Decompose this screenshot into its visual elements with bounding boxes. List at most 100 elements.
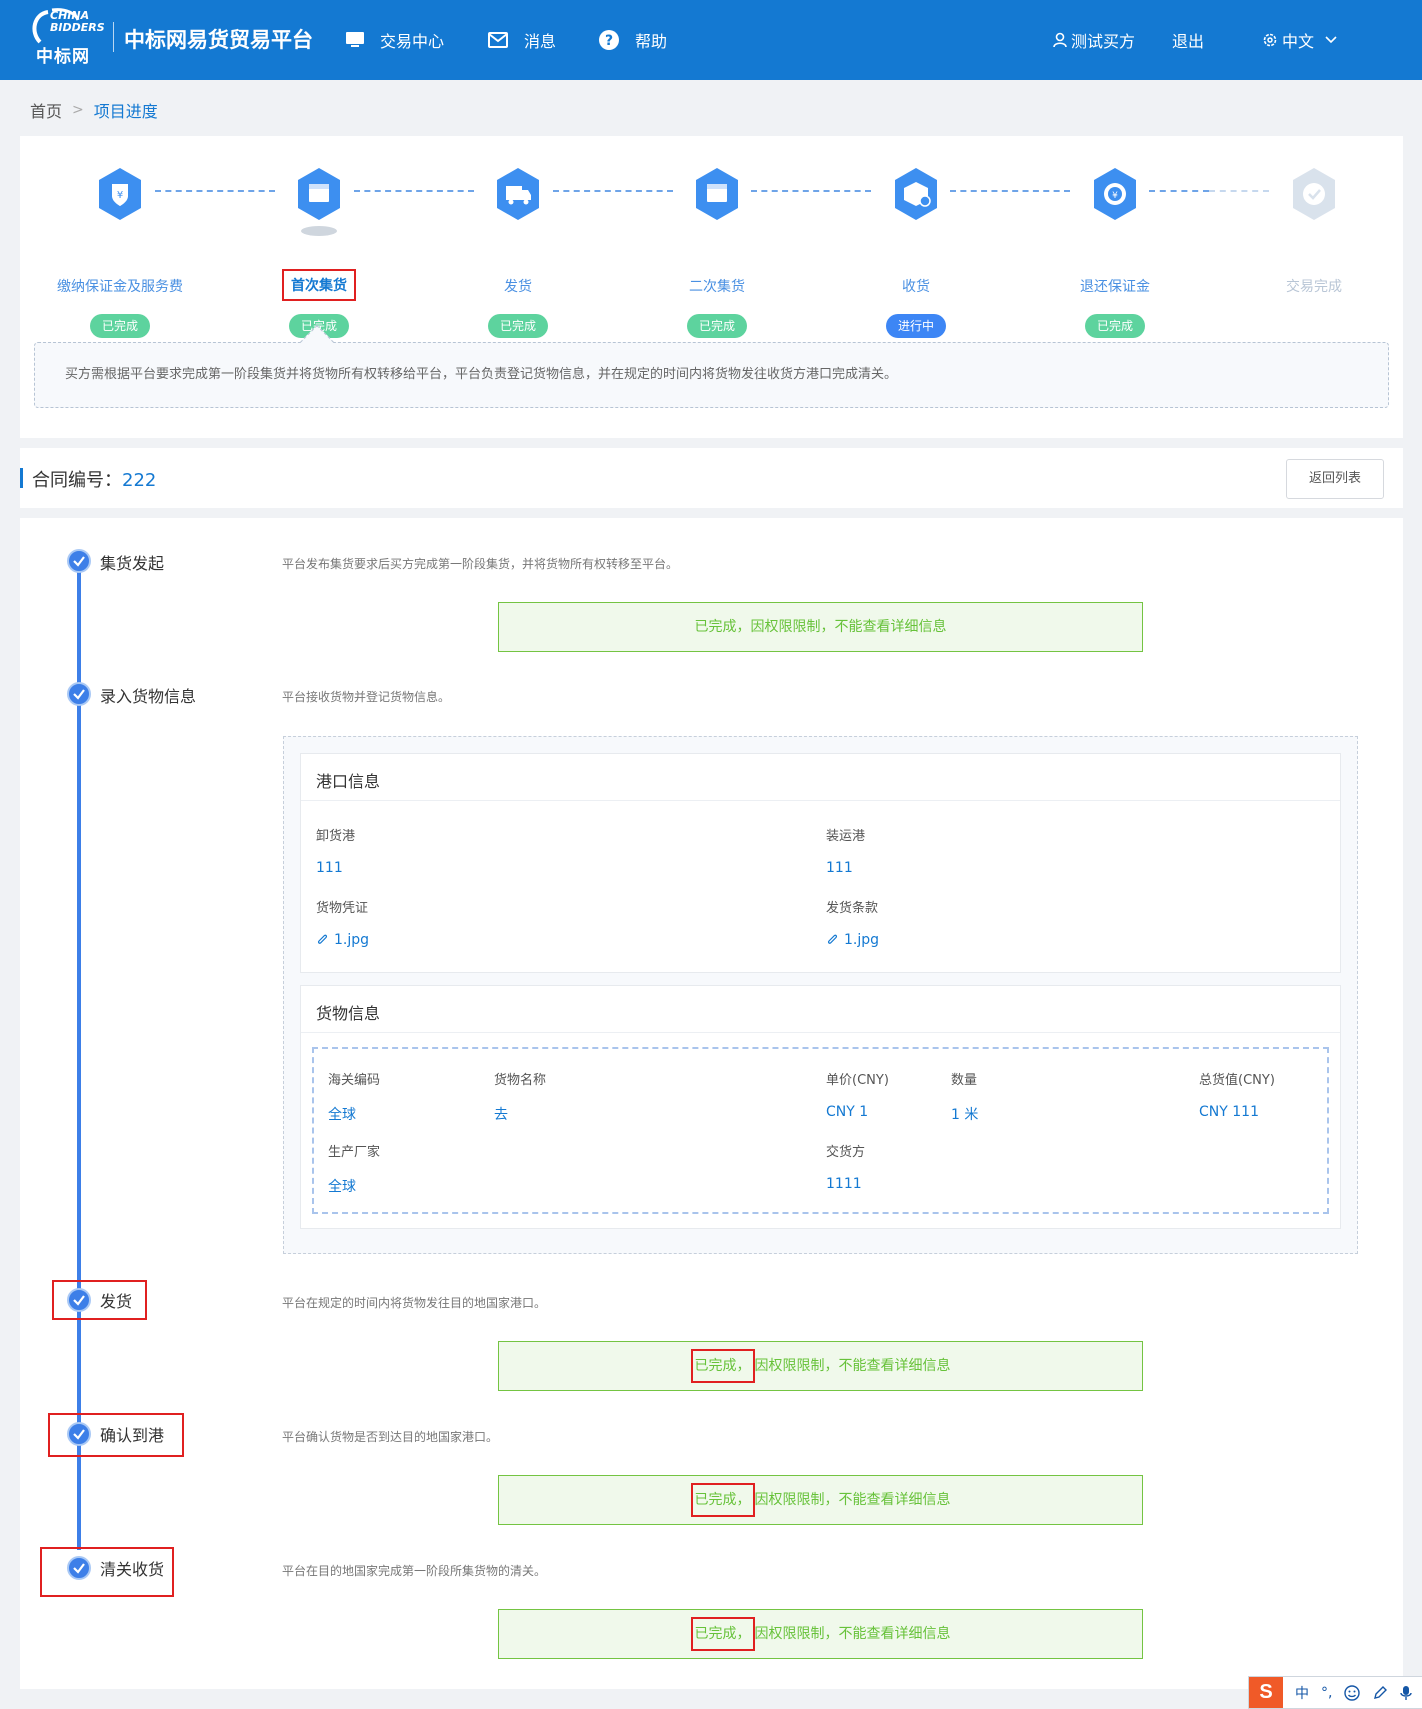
logout-link[interactable]: 退出 — [1172, 28, 1204, 52]
panel-divider — [301, 800, 1340, 801]
check-shield-icon — [1293, 168, 1335, 220]
total-value: CNY 111 — [1199, 1104, 1259, 1120]
terms-file-link[interactable]: 1.jpg — [826, 932, 879, 948]
logo-chinese-text: 中标网 — [36, 47, 90, 67]
timeline-check-icon — [67, 682, 91, 706]
status-badge: 已完成 — [1085, 314, 1145, 338]
total-value-label: 总货值(CNY) — [1199, 1073, 1275, 1088]
step-label: 首次集货 — [282, 269, 356, 301]
step-connector — [553, 190, 673, 192]
svg-text:?: ? — [605, 33, 613, 49]
quantity-label: 数量 — [951, 1073, 978, 1088]
top-header: CHINA BIDDERS 中标网 中标网易货贸易平台 交易中心 消息 ? 帮助… — [0, 0, 1422, 80]
user-menu[interactable]: 测试买方 — [1053, 28, 1135, 52]
box-icon — [696, 168, 738, 220]
restricted-notice: 已完成，因权限限制，不能查看详细信息 — [498, 1341, 1143, 1391]
timeline-description: 平台接收货物并登记货物信息。 — [282, 690, 451, 704]
user-name: 测试买方 — [1071, 32, 1136, 51]
step-label: 退还保证金 — [1080, 279, 1150, 295]
breadcrumb-current: 项目进度 — [93, 102, 158, 121]
microphone-icon[interactable] — [1400, 1685, 1413, 1701]
paperclip-icon — [318, 934, 327, 944]
step-label: 收货 — [902, 279, 930, 295]
timeline-line — [77, 560, 81, 1550]
help-icon: ? — [599, 30, 619, 50]
nav-trade-center[interactable]: 交易中心 — [346, 28, 444, 52]
hs-code-value: 全球 — [328, 1107, 356, 1123]
step-connector — [155, 190, 275, 192]
timeline-description: 平台发布集货要求后买方完成第一阶段集货，并将货物所有权转移至平台。 — [282, 557, 679, 571]
ime-punctuation[interactable]: °, — [1321, 1685, 1332, 1701]
nav-help[interactable]: ? 帮助 — [599, 28, 667, 52]
unload-port-label: 卸货港 — [316, 829, 356, 844]
unit-price-label: 单价(CNY) — [826, 1073, 889, 1088]
timeline-title: 录入货物信息 — [100, 687, 197, 706]
voucher-label: 货物凭证 — [316, 901, 369, 916]
timeline-description: 平台在目的地国家完成第一阶段所集货物的清关。 — [282, 1564, 547, 1578]
goods-name-label: 货物名称 — [494, 1073, 547, 1088]
refund-icon: ¥ — [1094, 168, 1136, 220]
site-title[interactable]: 中标网易货贸易平台 — [124, 24, 313, 54]
status-badge: 进行中 — [886, 314, 946, 338]
contract-number: 222 — [122, 470, 157, 491]
logo-english-text: CHINA BIDDERS — [50, 9, 105, 34]
status-badge: 已完成 — [687, 314, 747, 338]
timeline-description: 平台确认货物是否到达目的地国家港口。 — [282, 1430, 499, 1444]
step-shadow — [301, 226, 337, 236]
svg-text:¥: ¥ — [1112, 191, 1118, 201]
nav-trade-center-label: 交易中心 — [380, 32, 445, 51]
step-label: 交易完成 — [1286, 279, 1342, 295]
emoji-icon[interactable] — [1344, 1684, 1361, 1701]
nav-help-label: 帮助 — [635, 32, 668, 51]
step-connector — [354, 190, 474, 192]
load-port-label: 装运港 — [826, 829, 866, 844]
timeline-description: 平台在规定的时间内将货物发往目的地国家港口。 — [282, 1296, 547, 1310]
voucher-file-link[interactable]: 1.jpg — [316, 932, 369, 948]
mail-icon — [488, 32, 508, 48]
status-badge: 已完成 — [488, 314, 548, 338]
logo-divider — [113, 22, 114, 52]
timeline-check-icon — [67, 549, 91, 573]
timeline-title: 集货发起 — [100, 554, 165, 573]
unit-price-value: CNY 1 — [826, 1104, 869, 1120]
ime-toolbar[interactable]: S 中 °, — [1248, 1676, 1422, 1709]
goods-name-value: 去 — [494, 1107, 508, 1123]
truck-icon — [497, 168, 539, 220]
step-connector — [751, 190, 871, 192]
manufacturer-value: 全球 — [328, 1179, 356, 1195]
sogou-logo-icon[interactable]: S — [1249, 1677, 1283, 1708]
back-to-list-button[interactable]: 返回列表 — [1286, 459, 1384, 499]
timeline-card: 集货发起 平台发布集货要求后买方完成第一阶段集货，并将货物所有权转移至平台。 已… — [20, 518, 1403, 1689]
unload-port-value: 111 — [316, 860, 343, 876]
terms-label: 发货条款 — [826, 901, 879, 916]
contract-number-label: 合同编号：222 — [32, 470, 157, 491]
step-description: 买方需根据平台要求完成第一阶段集货并将货物所有权转移给平台，平台负责登记货物信息… — [34, 342, 1389, 408]
pen-icon[interactable] — [1372, 1685, 1388, 1701]
ime-language[interactable]: 中 — [1295, 1683, 1309, 1703]
restricted-notice: 已完成，因权限限制，不能查看详细信息 — [498, 602, 1143, 652]
title-accent-bar — [20, 468, 23, 488]
shield-yuan-icon: ¥ — [99, 168, 141, 220]
language-label: 中文 — [1282, 32, 1315, 51]
breadcrumb: 首页 > 项目进度 — [30, 98, 158, 122]
restricted-notice: 已完成，因权限限制，不能查看详细信息 — [498, 1475, 1143, 1525]
panel-title: 港口信息 — [316, 772, 381, 791]
box-icon — [298, 168, 340, 220]
nav-messages[interactable]: 消息 — [488, 28, 556, 52]
gear-icon — [1263, 33, 1277, 47]
load-port-value: 111 — [826, 860, 853, 876]
goods-info-panel: 货物信息 海关编码 全球 货物名称 去 单价(CNY) CNY 1 数量 1 米… — [300, 985, 1341, 1229]
language-selector[interactable]: 中文 — [1262, 28, 1338, 52]
port-info-panel: 港口信息 卸货港 111 装运港 111 货物凭证 1.jpg 发货条款 1.j… — [300, 753, 1341, 973]
paperclip-icon — [828, 934, 837, 944]
user-icon — [1053, 32, 1067, 48]
cargo-info-container: 港口信息 卸货港 111 装运港 111 货物凭证 1.jpg 发货条款 1.j… — [283, 736, 1358, 1254]
panel-divider — [301, 1032, 1340, 1033]
highlight-box — [52, 1280, 147, 1320]
monitor-icon — [346, 32, 364, 47]
breadcrumb-home[interactable]: 首页 — [30, 98, 62, 122]
highlight-box — [40, 1547, 174, 1597]
breadcrumb-separator-icon: > — [72, 102, 84, 118]
svg-text:¥: ¥ — [117, 190, 123, 201]
package-check-icon — [895, 168, 937, 220]
